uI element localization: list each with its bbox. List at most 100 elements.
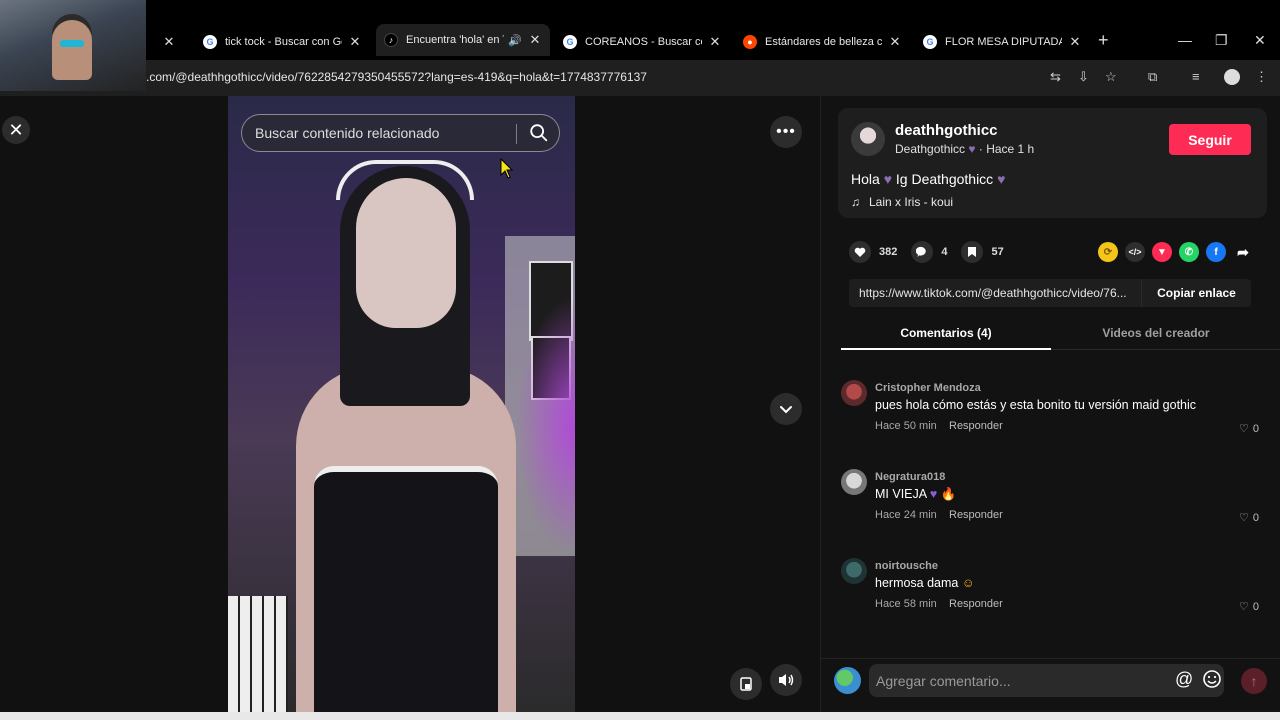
- tab-creator-videos[interactable]: Videos del creador: [1051, 326, 1261, 340]
- tab-estandares-belleza[interactable]: ● Estándares de belleza core ✕: [735, 28, 910, 56]
- reply-button[interactable]: Responder: [949, 420, 1003, 432]
- tab-title: Encuentra 'hola' en Tik: [406, 34, 504, 46]
- current-user-avatar[interactable]: [834, 667, 861, 694]
- commenter-name[interactable]: noirtousche: [875, 560, 938, 572]
- send-to-friends-icon[interactable]: ▼: [1152, 242, 1172, 262]
- share-arrow-icon[interactable]: ➦: [1233, 242, 1253, 262]
- extensions-icon[interactable]: ⧉: [1148, 69, 1157, 85]
- browser-menu-icon[interactable]: ⋮: [1255, 69, 1268, 85]
- whatsapp-icon[interactable]: ✆: [1179, 242, 1199, 262]
- tab-partial[interactable]: ✕: [148, 28, 188, 56]
- commenter-name[interactable]: Negratura018: [875, 471, 945, 483]
- comment-like[interactable]: ♡ 0: [1239, 422, 1259, 436]
- reply-button[interactable]: Responder: [949, 598, 1003, 610]
- author-avatar[interactable]: [851, 122, 885, 156]
- media-control-icon[interactable]: ≡: [1192, 69, 1200, 84]
- author-meta: Deathgothicc ♥ · Hace 1 h: [895, 142, 1034, 156]
- like-stat[interactable]: 382: [849, 241, 897, 263]
- music-link[interactable]: ♫ Lain x Iris - koui: [851, 195, 953, 209]
- comment-like[interactable]: ♡ 0: [1239, 511, 1259, 525]
- related-search-input[interactable]: [255, 125, 510, 141]
- commenter-name[interactable]: Cristopher Mendoza: [875, 382, 981, 394]
- install-icon[interactable]: ⇩: [1078, 69, 1089, 85]
- close-tab-icon[interactable]: ✕: [528, 32, 542, 48]
- author-username[interactable]: deathhgothicc: [895, 122, 998, 139]
- search-icon[interactable]: [528, 122, 550, 144]
- translate-icon[interactable]: ⇆: [1050, 69, 1061, 85]
- more-options-button[interactable]: •••: [770, 116, 802, 148]
- details-panel: deathhgothicc Deathgothicc ♥ · Hace 1 h …: [820, 96, 1280, 720]
- restore-icon[interactable]: ❐: [1215, 32, 1228, 49]
- comment-item: noirtousche hermosa dama ☺ Hace 58 min R…: [841, 554, 1280, 624]
- heart-outline-icon[interactable]: ♡: [1239, 600, 1249, 613]
- video-piano: [228, 596, 288, 720]
- share-link-url[interactable]: https://www.tiktok.com/@deathhgothicc/vi…: [849, 286, 1141, 300]
- video-player[interactable]: [228, 96, 575, 720]
- close-tab-icon[interactable]: ✕: [348, 34, 362, 50]
- author-nickname: Deathgothicc: [895, 142, 966, 156]
- comment-time: Hace 50 min: [875, 420, 937, 432]
- comment-item: Negratura018 MI VIEJA ♥ 🔥 Hace 24 min Re…: [841, 465, 1280, 535]
- send-comment-button[interactable]: ↑: [1241, 668, 1267, 694]
- url-text[interactable]: .com/@deathhgothicc/video/76228542793504…: [146, 70, 647, 84]
- floating-player-button[interactable]: [730, 668, 762, 700]
- minimize-icon[interactable]: —: [1178, 32, 1192, 48]
- engagement-stats: 382 4 57: [849, 240, 1018, 264]
- post-time: Hace 1 h: [986, 142, 1035, 156]
- close-window-icon[interactable]: ✕: [1254, 32, 1266, 49]
- address-bar[interactable]: .com/@deathhgothicc/video/76228542793504…: [0, 60, 1280, 96]
- embed-code-icon[interactable]: </>: [1125, 242, 1145, 262]
- mouse-cursor-icon: [500, 158, 514, 179]
- bookmark-star-icon[interactable]: ☆: [1105, 69, 1117, 85]
- reply-button[interactable]: Responder: [949, 509, 1003, 521]
- video-person-headpiece: [336, 160, 474, 200]
- heart-icon[interactable]: [849, 241, 871, 263]
- close-tab-icon[interactable]: ✕: [708, 34, 722, 50]
- comment-like[interactable]: ♡ 0: [1239, 600, 1259, 614]
- next-video-button[interactable]: [770, 393, 802, 425]
- caption-tag: Ig Deathgothicc: [895, 171, 994, 187]
- comment-bubble-icon[interactable]: [911, 241, 934, 263]
- facebook-icon[interactable]: f: [1206, 242, 1226, 262]
- chevron-down-icon: [780, 406, 792, 414]
- repost-icon[interactable]: ⟳: [1098, 242, 1118, 262]
- emoji-icon[interactable]: [1202, 669, 1222, 689]
- commenter-avatar[interactable]: [841, 558, 867, 584]
- new-tab-icon[interactable]: +: [1098, 30, 1109, 51]
- video-person-face: [356, 178, 456, 328]
- commenter-avatar[interactable]: [841, 469, 867, 495]
- heart-outline-icon[interactable]: ♡: [1239, 422, 1249, 435]
- save-stat[interactable]: 57: [961, 241, 1004, 263]
- tab-coreanos[interactable]: G COREANOS - Buscar con G ✕: [555, 28, 730, 56]
- volume-button[interactable]: [770, 664, 802, 696]
- close-tab-icon[interactable]: ✕: [1068, 34, 1082, 50]
- heart-emoji-icon: ♥: [968, 142, 976, 156]
- close-video-button[interactable]: ✕: [2, 116, 30, 144]
- fire-emoji-icon: 🔥: [940, 487, 957, 501]
- purple-heart-emoji-icon: ♥: [929, 487, 938, 501]
- tab-comments[interactable]: Comentarios (4): [841, 326, 1051, 340]
- close-tab-icon[interactable]: ✕: [888, 34, 902, 50]
- save-count: 57: [991, 246, 1004, 258]
- profile-avatar[interactable]: [1224, 69, 1240, 85]
- panel-tabs: Comentarios (4) Videos del creador: [841, 318, 1280, 350]
- heart-emoji-icon: ♥: [883, 171, 892, 187]
- video-area: ✕ •••: [0, 96, 820, 720]
- related-search-box[interactable]: [241, 114, 560, 152]
- bookmark-icon[interactable]: [961, 241, 984, 263]
- music-title[interactable]: Lain x Iris - koui: [869, 195, 953, 209]
- tab-tiktok-hola[interactable]: ♪ Encuentra 'hola' en Tik 🔊 ✕: [376, 24, 550, 56]
- floating-player-icon: [740, 677, 752, 691]
- heart-outline-icon[interactable]: ♡: [1239, 511, 1249, 524]
- mention-icon[interactable]: @: [1175, 669, 1193, 690]
- tab-flor-mesa[interactable]: G FLOR MESA DIPUTADA 20 ✕: [915, 28, 1090, 56]
- commenter-avatar[interactable]: [841, 380, 867, 406]
- copy-link-button[interactable]: Copiar enlace: [1141, 279, 1251, 307]
- comment-input[interactable]: [869, 664, 1224, 697]
- follow-button[interactable]: Seguir: [1169, 124, 1251, 155]
- active-tab-indicator: [841, 348, 1051, 350]
- tab-search-tick-tock[interactable]: G tick tock - Buscar con Goo ✕: [195, 28, 370, 56]
- speaker-icon[interactable]: 🔊: [508, 34, 522, 47]
- comment-stat[interactable]: 4: [911, 241, 947, 263]
- close-tab-icon[interactable]: ✕: [162, 34, 176, 50]
